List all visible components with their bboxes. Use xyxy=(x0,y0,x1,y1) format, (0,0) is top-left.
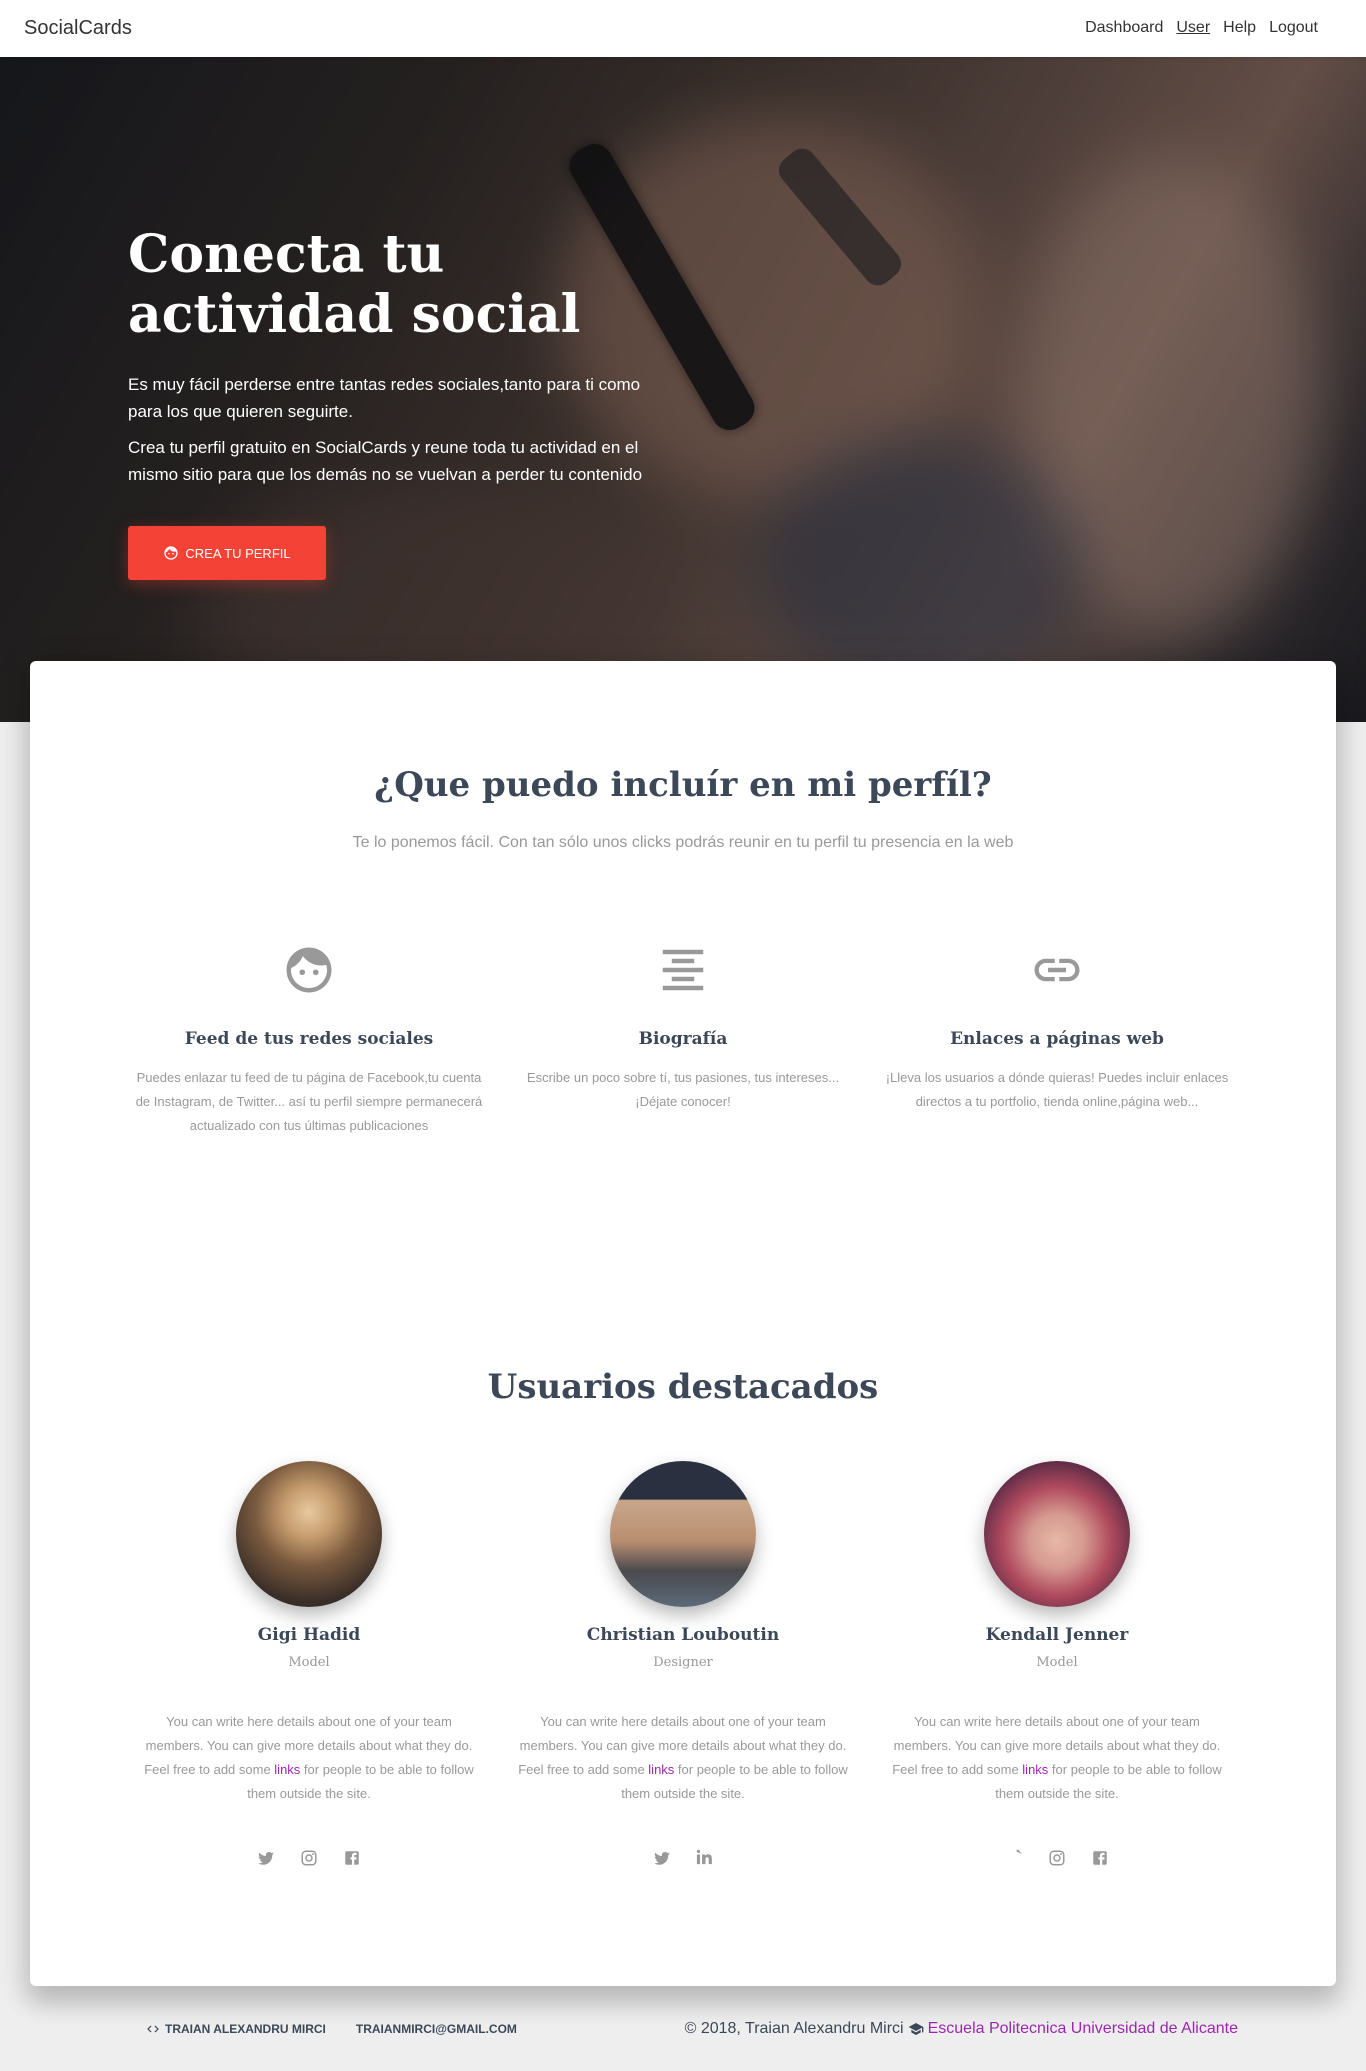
hero-text-1: Es muy fácil perderse entre tantas redes… xyxy=(128,375,641,421)
team-member: Gigi Hadid Model You can write here deta… xyxy=(122,1461,496,1868)
feature-title: Biografía xyxy=(638,1029,728,1049)
social-links xyxy=(122,1848,496,1868)
avatar xyxy=(236,1461,382,1607)
footer-copyright: © 2018, Traian Alexandru Mirci xyxy=(684,2020,904,2037)
features-subtitle: Te lo ponemos fácil. Con tan sólo unos c… xyxy=(352,834,1014,851)
social-links xyxy=(870,1848,1244,1868)
hero-bg-jeans xyxy=(760,437,1080,697)
nav-user[interactable]: User xyxy=(1176,19,1210,37)
feature-text: Puedes enlazar tu feed de tu página de F… xyxy=(135,1070,483,1133)
brand-link[interactable]: SocialCards xyxy=(24,17,132,40)
facebook-icon[interactable] xyxy=(342,1848,362,1868)
facebook-icon[interactable] xyxy=(1090,1848,1110,1868)
twitter-icon[interactable] xyxy=(256,1848,276,1868)
nav-logout[interactable]: Logout xyxy=(1269,19,1318,37)
features-list: Feed de tus redes sociales Puedes enlaza… xyxy=(122,941,1244,1138)
member-link[interactable]: links xyxy=(648,1762,674,1777)
feature-biography: Biografía Escribe un poco sobre tí, tus … xyxy=(496,941,870,1138)
hero-title: Conecta tu actividad social xyxy=(128,224,581,345)
footer-right: © 2018, Traian Alexandru Mirci Escuela P… xyxy=(685,2020,1238,2038)
face-icon xyxy=(286,947,332,993)
main-card: ¿Que puedo incluír en mi perfíl? Te lo p… xyxy=(30,661,1336,1986)
feature-text: Escribe un poco sobre tí, tus pasiones, … xyxy=(526,1070,840,1109)
school-icon xyxy=(908,2023,923,2035)
nav-help[interactable]: Help xyxy=(1223,19,1256,37)
feature-web-links: Enlaces a páginas web ¡Lleva los usuario… xyxy=(870,941,1244,1138)
feature-social-feed: Feed de tus redes sociales Puedes enlaza… xyxy=(122,941,496,1138)
member-description: You can write here details about one of … xyxy=(144,1714,474,1801)
linkedin-icon[interactable] xyxy=(695,1848,715,1868)
member-description: You can write here details about one of … xyxy=(892,1714,1222,1801)
instagram-icon[interactable] xyxy=(1047,1848,1067,1868)
member-description: You can write here details about one of … xyxy=(518,1714,848,1801)
face-icon xyxy=(164,546,179,560)
features-title: ¿Que puedo incluír en mi perfíl? xyxy=(374,765,992,805)
twitter-icon[interactable] xyxy=(652,1848,672,1868)
team-title: Usuarios destacados xyxy=(487,1367,879,1407)
instagram-icon[interactable] xyxy=(299,1848,319,1868)
hero-text-2: Crea tu perfil gratuito en SocialCards y… xyxy=(128,438,643,484)
navbar: SocialCards Dashboard User Help Logout xyxy=(0,0,1366,57)
member-link[interactable]: links xyxy=(274,1762,300,1777)
social-links xyxy=(496,1848,870,1868)
feature-text: ¡Lleva los usuarios a dónde quieras! Pue… xyxy=(885,1070,1229,1109)
footer-author-link[interactable]: TRAIAN ALEXANDRU MIRCI xyxy=(144,2022,326,2036)
nav-links: Dashboard User Help Logout xyxy=(1085,19,1318,37)
member-name: Kendall Jenner xyxy=(985,1625,1129,1645)
code-icon xyxy=(147,2025,159,2033)
nav-dashboard[interactable]: Dashboard xyxy=(1085,19,1163,37)
team-member: Kendall Jenner Model You can write here … xyxy=(870,1461,1244,1868)
avatar xyxy=(610,1461,756,1607)
feature-title: Feed de tus redes sociales xyxy=(184,1029,434,1049)
create-profile-label: CREA TU PERFIL xyxy=(185,545,291,561)
team-list: Gigi Hadid Model You can write here deta… xyxy=(122,1461,1244,1868)
avatar xyxy=(984,1461,1130,1607)
member-role: Model xyxy=(288,1655,330,1670)
member-name: Christian Louboutin xyxy=(586,1625,780,1645)
create-profile-button[interactable]: CREA TU PERFIL xyxy=(128,526,326,580)
hero-content: Conecta tu actividad social Es muy fácil… xyxy=(128,225,688,497)
twitter-icon[interactable] xyxy=(1004,1848,1024,1868)
hero-banner: Conecta tu actividad social Es muy fácil… xyxy=(0,57,1366,722)
phone-image-2 xyxy=(773,142,907,292)
member-name: Gigi Hadid xyxy=(257,1625,361,1645)
footer-school-link[interactable]: Escuela Politecnica Universidad de Alica… xyxy=(928,2020,1238,2038)
team-member: Christian Louboutin Designer You can wri… xyxy=(496,1461,870,1868)
format-align-center-icon xyxy=(662,949,704,991)
hero-bg-arm xyxy=(1020,157,1320,637)
footer: TRAIAN ALEXANDRU MIRCI TRAIANMIRCI@GMAIL… xyxy=(0,2010,1366,2050)
link-icon xyxy=(1034,958,1080,982)
member-role: Model xyxy=(1036,1655,1078,1670)
feature-title: Enlaces a páginas web xyxy=(950,1029,1164,1049)
member-role: Designer xyxy=(653,1655,713,1670)
member-link[interactable]: links xyxy=(1022,1762,1048,1777)
footer-left: TRAIAN ALEXANDRU MIRCI TRAIANMIRCI@GMAIL… xyxy=(144,2022,517,2036)
footer-email-link[interactable]: TRAIANMIRCI@GMAIL.COM xyxy=(356,2022,517,2036)
